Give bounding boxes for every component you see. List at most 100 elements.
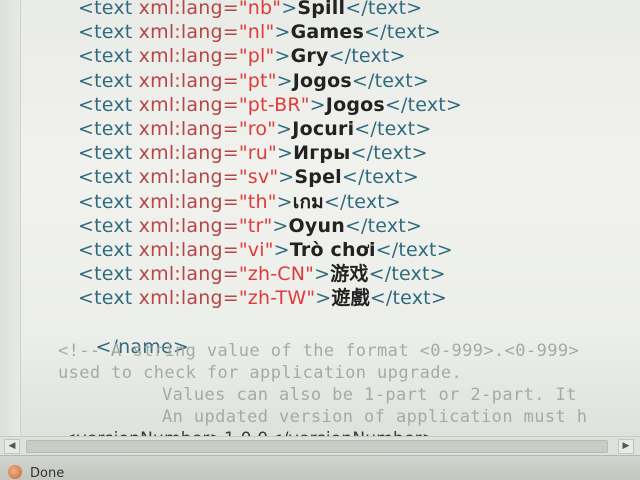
text-tag-close: </text> (341, 166, 420, 188)
text-tag-close: </text> (350, 142, 428, 164)
horizontal-scrollbar[interactable]: ◀ ▶ (0, 436, 640, 455)
tag-bracket: > (274, 45, 291, 67)
lang-attribute: xml:lang= (138, 21, 239, 43)
comment-line-4: An updated version of application must h (162, 407, 588, 427)
status-globe-icon (8, 465, 22, 479)
localized-text: 遊戲 (331, 287, 370, 309)
lang-value: "pt-BR" (238, 94, 310, 116)
lang-value: "th" (238, 191, 277, 213)
text-tag-close: </text> (369, 287, 447, 309)
lang-value: "vi" (238, 239, 274, 261)
localized-text: Jogos (325, 94, 385, 116)
localized-text: Spel (294, 166, 342, 188)
localized-text: Games (290, 21, 365, 43)
localized-text: Oyun (288, 215, 345, 237)
tag-bracket: > (273, 239, 290, 261)
code-line: <text xml:lang="ru">Игры</text> (78, 142, 428, 164)
lang-value: "nb" (238, 0, 282, 19)
lang-attribute: xml:lang= (138, 0, 239, 19)
lang-attribute: xml:lang= (138, 45, 239, 67)
lang-attribute: xml:lang= (138, 239, 239, 261)
text-tag-open: <text (78, 263, 139, 285)
lang-value: "zh-TW" (238, 287, 316, 309)
tag-bracket: > (276, 191, 293, 213)
code-line: <text xml:lang="sv">Spel</text> (78, 166, 419, 188)
status-bar: Done (0, 455, 640, 480)
text-tag-open: <text (78, 142, 139, 164)
tag-bracket: > (272, 215, 289, 237)
tag-bracket: > (276, 118, 293, 140)
localized-text: Jogos (292, 70, 352, 92)
code-line: <text xml:lang="zh-TW">遊戲</text> (78, 287, 447, 309)
text-tag-open: <text (78, 287, 139, 309)
lang-value: "sv" (238, 166, 279, 188)
code-line: <text xml:lang="nb">Spill</text> (78, 0, 422, 19)
lang-attribute: xml:lang= (138, 263, 239, 285)
text-tag-close: </text> (344, 215, 423, 237)
code-line: <text xml:lang="pl">Gry</text> (78, 45, 406, 67)
tag-bracket: > (281, 0, 298, 19)
localized-text: Jocuri (292, 118, 355, 140)
lang-attribute: xml:lang= (138, 166, 239, 188)
lang-attribute: xml:lang= (138, 142, 239, 164)
localized-text: Gry (290, 45, 329, 67)
code-line: <text xml:lang="zh-CN">游戏</text> (78, 263, 446, 285)
code-line: <text xml:lang="pt">Jogos</text> (78, 70, 429, 92)
lang-attribute: xml:lang= (138, 118, 239, 140)
version-number-line: <versionNumber>1.0.0</versionNumber> (62, 428, 436, 436)
text-tag-close: </text> (345, 0, 423, 19)
code-line: <text xml:lang="th">เกม</text> (78, 191, 401, 213)
lang-attribute: xml:lang= (138, 191, 239, 213)
lang-attribute: xml:lang= (138, 287, 239, 309)
lang-value: "zh-CN" (238, 263, 315, 285)
localized-text: 游戏 (330, 263, 369, 285)
text-tag-open: <text (78, 118, 139, 140)
code-line: <text xml:lang="nl">Games</text> (78, 21, 441, 43)
text-tag-open: <text (78, 166, 139, 188)
text-tag-close: </text> (354, 118, 432, 140)
localized-text: เกม (292, 191, 324, 213)
localized-text: Spill (297, 0, 346, 19)
editor-gutter (0, 0, 21, 436)
code-line: <text xml:lang="pt-BR">Jogos</text> (78, 94, 462, 116)
text-tag-open: <text (78, 215, 139, 237)
text-tag-open: <text (78, 239, 139, 261)
text-tag-close: </text> (328, 45, 406, 67)
text-tag-open: <text (78, 191, 139, 213)
tag-bracket: > (314, 263, 331, 285)
code-editor[interactable]: <text xml:lang="nb">Spill</text> <text xm… (0, 0, 640, 436)
text-tag-close: </text> (384, 94, 463, 116)
tag-bracket: > (277, 142, 294, 164)
text-tag-open: <text (78, 94, 139, 116)
text-tag-close: </text> (364, 21, 442, 43)
tag-bracket: > (274, 21, 291, 43)
scrollbar-thumb[interactable] (26, 440, 608, 453)
lang-attribute: xml:lang= (138, 94, 239, 116)
lang-value: "nl" (238, 21, 275, 43)
comment-line-1: <!-- A string value of the format <0-999… (58, 341, 580, 361)
tag-bracket: > (276, 70, 293, 92)
status-text: Done (30, 466, 65, 480)
text-tag-close: </text> (323, 191, 402, 213)
comment-line-2: used to check for application upgrade. (58, 363, 463, 383)
code-line: <text xml:lang="ro">Jocuri</text> (78, 118, 431, 140)
lang-value: "ro" (238, 118, 277, 140)
scroll-left-arrow-icon[interactable]: ◀ (4, 439, 20, 454)
scroll-right-arrow-icon[interactable]: ▶ (618, 439, 634, 454)
localized-text: Trò chơi (289, 239, 376, 261)
lang-attribute: xml:lang= (138, 215, 239, 237)
ide-window: <text xml:lang="nb">Spill</text> <text xm… (0, 0, 640, 480)
lang-value: "pl" (238, 45, 275, 67)
text-tag-open: <text (78, 45, 139, 67)
tag-bracket: > (309, 94, 326, 116)
text-tag-open: <text (78, 0, 139, 19)
code-line: <text xml:lang="vi">Trò chơi</text> (78, 239, 453, 261)
localized-text: Игры (293, 142, 351, 164)
lang-value: "tr" (238, 215, 273, 237)
tag-bracket: > (278, 166, 295, 188)
text-tag-close: </text> (375, 239, 453, 261)
lang-value: "ru" (238, 142, 277, 164)
text-tag-open: <text (78, 70, 139, 92)
code-line: <text xml:lang="tr">Oyun</text> (78, 215, 422, 237)
comment-line-3: Values can also be 1-part or 2-part. It (162, 385, 577, 405)
